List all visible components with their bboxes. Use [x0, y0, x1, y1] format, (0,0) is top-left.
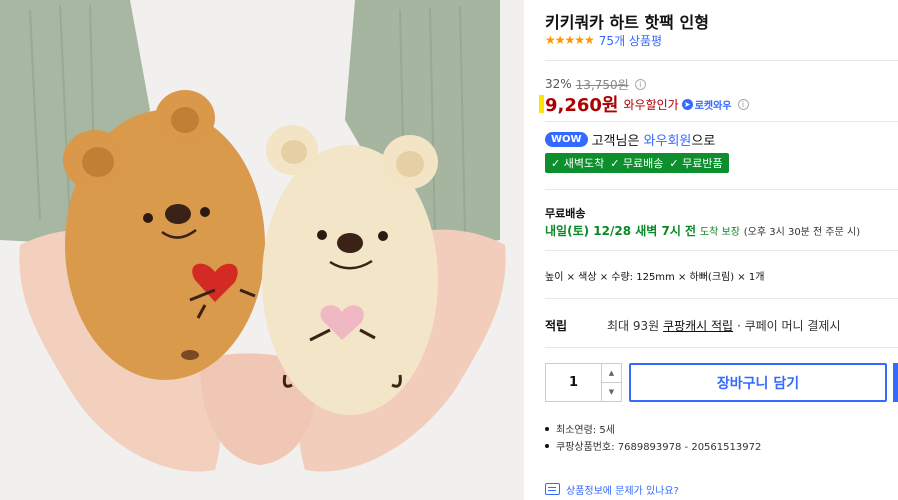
wow-member-label: 와우회원 [643, 133, 692, 149]
min-age: 최소연령: 5세 [556, 425, 615, 436]
benefit-badges: ✓ 새벽도착 ✓ 무료배송 ✓ 무료반품 [545, 153, 729, 173]
points-label: 적립 [545, 318, 568, 333]
wow-member-row: WOW 고객님은 와우회원 으로 [545, 130, 716, 149]
divider [545, 121, 898, 122]
rating-stars-icon: ★★★★★ [545, 33, 595, 47]
points-amount: 최대 93원 [607, 318, 660, 333]
perk-free-return: ✓ 무료반품 [669, 157, 723, 170]
wow-sale-label: 와우할인가 [623, 97, 679, 112]
price-info-icon[interactable]: i [634, 78, 646, 90]
perk-dawn-delivery: ✓ 새벽도착 [551, 157, 605, 170]
perk-label: 새벽도착 [563, 157, 605, 170]
delivery-condition: (오후 3시 30분 전 주문 시) [743, 227, 861, 238]
discount-row: 32% 13,750원 i [545, 76, 646, 92]
divider [545, 298, 898, 299]
product-info-panel: 키키쿼카 하트 핫팩 인형 ★★★★★ 75개 상품평 32% 13,750원 … [539, 0, 898, 500]
quantity-decrease-button[interactable]: ▼ [602, 383, 621, 401]
add-to-cart-button[interactable]: 장바구니 담기 [629, 363, 887, 402]
rocket-wow-badge: ➤ 로켓와우 [681, 97, 732, 112]
divider [545, 347, 898, 348]
delivery-eta: 내일(토) 12/28 새벽 7시 전 도착 보장 (오후 3시 30분 전 주… [545, 222, 860, 239]
delivery-guarantee: 도착 보장 [699, 227, 740, 238]
quantity-increase-button[interactable]: ▲ [602, 364, 621, 383]
discount-rate: 32% [545, 77, 572, 91]
quantity-input[interactable]: 1 [546, 364, 601, 401]
delivery-date: 내일(토) 12/28 새벽 7시 전 [545, 224, 697, 238]
points-row: 적립 최대 93원 쿠팡캐시 적립 · 쿠페이 머니 결제시 [545, 316, 841, 334]
price-highlight-marker [539, 95, 544, 113]
coupang-cash-link[interactable]: 쿠팡캐시 적립 [663, 317, 733, 334]
bullet-icon [545, 443, 549, 448]
points-suffix: · 쿠페이 머니 결제시 [736, 318, 841, 333]
rocket-info-icon[interactable]: i [737, 98, 749, 110]
bullet-icon [545, 426, 549, 431]
quantity-buttons: ▲ ▼ [601, 364, 621, 401]
rocket-icon: ➤ [681, 98, 693, 110]
shipping-label: 무료배송 [545, 207, 586, 220]
option-summary: 높이 × 색상 × 수량: 125mm × 하뻐(크림) × 1개 [545, 272, 765, 283]
perk-label: 무료배송 [622, 157, 664, 170]
rocket-wow-label: 로켓와우 [694, 100, 732, 112]
quantity-stepper: 1 ▲ ▼ [545, 363, 622, 402]
divider [545, 250, 898, 251]
review-count-link[interactable]: 75개 상품평 [599, 32, 662, 49]
product-image[interactable] [0, 0, 524, 500]
wow-suffix: 으로 [691, 133, 716, 149]
divider [545, 189, 898, 190]
perk-label: 무료반품 [682, 157, 723, 170]
buy-now-button[interactable] [893, 363, 898, 402]
original-price: 13,750원 [575, 77, 629, 92]
product-meta-list: 최소연령: 5세 쿠팡상품번호: 7689893978 - 2056151397… [545, 420, 761, 454]
sale-price: 9,260원 [545, 95, 619, 116]
product-number: 쿠팡상품번호: 7689893978 - 20561513972 [556, 442, 762, 453]
divider [545, 60, 898, 61]
product-photo-illustration [0, 0, 524, 500]
rating-row: ★★★★★ 75개 상품평 [545, 31, 662, 49]
perk-free-shipping: ✓ 무료배송 [610, 157, 664, 170]
list-item: 최소연령: 5세 [545, 420, 761, 437]
wow-prefix: 고객님은 [591, 133, 640, 149]
product-title: 키키쿼카 하트 핫팩 인형 [545, 13, 709, 32]
report-issue-link[interactable]: 상품정보에 문제가 있나요? [545, 481, 679, 497]
wow-badge: WOW [545, 131, 588, 147]
sale-price-row: 9,260원 와우할인가 ➤ 로켓와우 i [539, 93, 749, 116]
list-item: 쿠팡상품번호: 7689893978 - 20561513972 [545, 437, 761, 454]
report-issue-label: 상품정보에 문제가 있나요? [566, 485, 679, 497]
comment-icon [545, 483, 560, 495]
